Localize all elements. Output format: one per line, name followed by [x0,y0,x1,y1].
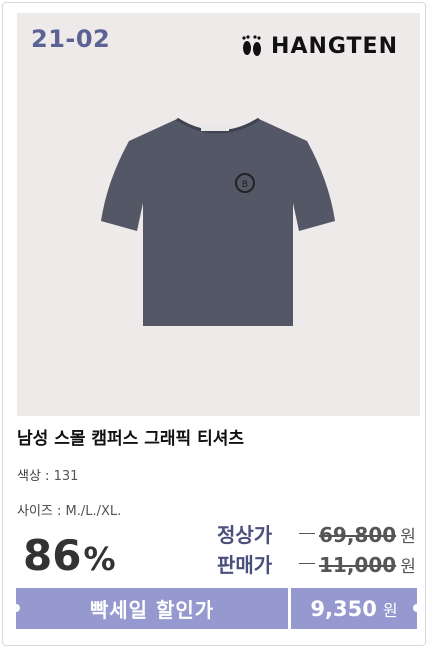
discount-rate: 86% [23,531,116,580]
size-value: M./L./XL. [65,504,122,519]
sale-price-row: 판매가 11,000 원 [217,549,416,578]
banner-notch-dot [12,604,20,612]
sale-price-value: 11,000 [319,553,397,577]
color-spec: 색상 : 131 [17,465,78,484]
product-code: 21-02 [31,25,111,53]
flash-sale-banner[interactable]: 빡세일 할인가 9,350 원 [12,588,421,629]
size-label: 사이즈 : [17,504,62,519]
regular-price-label: 정상가 [217,523,273,547]
flash-sale-price: 9,350 [310,596,377,621]
sale-price-label: 판매가 [217,553,273,577]
sale-price-unit: 원 [400,557,416,577]
price-dash [299,563,315,564]
brand-logo: HANGTEN [239,33,398,59]
regular-price-unit: 원 [400,527,416,547]
tshirt-image: B [101,117,335,326]
regular-price-value: 69,800 [319,523,397,547]
size-spec: 사이즈 : M./L./XL. [17,500,121,519]
brand-name: HANGTEN [271,33,398,59]
flash-sale-price-box[interactable]: 9,350 원 [291,588,421,629]
discount-value: 86 [23,531,82,580]
footprint-icon [242,35,262,56]
banner-notch-dot [413,604,421,612]
color-value: 131 [53,469,79,484]
color-label: 색상 : [17,469,50,484]
product-photo-area[interactable]: 21-02 HANGTEN B [17,13,420,416]
svg-text:B: B [242,180,248,190]
flash-sale-label: 빡세일 할인가 [89,598,215,622]
flash-sale-label-box[interactable]: 빡세일 할인가 [12,588,288,629]
product-title[interactable]: 남성 스몰 캠퍼스 그래픽 티셔츠 [17,424,244,449]
regular-price-row: 정상가 69,800 원 [217,519,416,548]
product-card[interactable]: 21-02 HANGTEN B 남성 스몰 캠퍼스 그래픽 티셔츠 색상 : 1… [2,2,426,646]
flash-sale-unit: 원 [382,600,398,620]
price-dash [299,533,315,534]
discount-symbol: % [83,540,116,578]
